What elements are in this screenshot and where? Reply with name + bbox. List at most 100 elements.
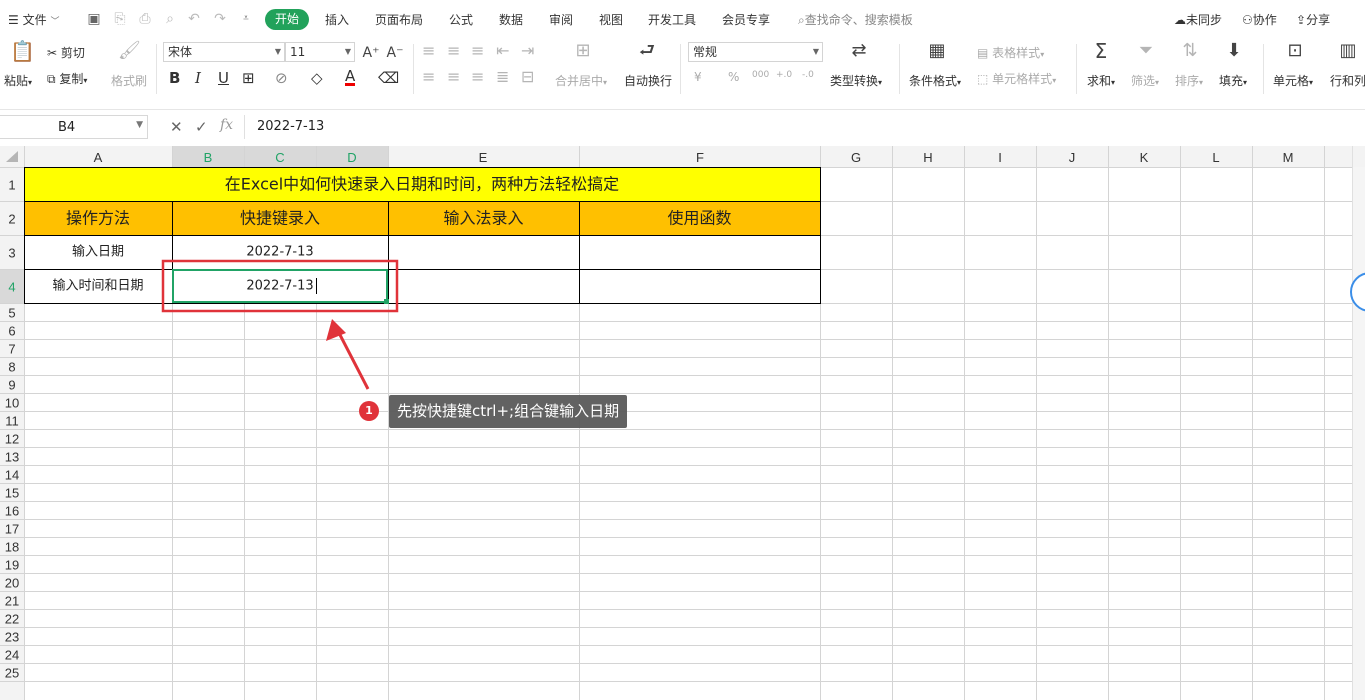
file-menu[interactable]: ☰ 文件 ﹀ [8, 11, 59, 28]
paste-button[interactable]: 粘贴▾ [4, 72, 32, 89]
tab-home[interactable]: 开始 [265, 9, 309, 30]
preview-icon[interactable]: ⌕ [162, 11, 178, 27]
copy-icon: ⧉ [47, 72, 56, 86]
align-bottom-icon[interactable]: ≡ [471, 42, 484, 60]
distribute-icon[interactable]: ⊟ [521, 68, 534, 86]
eraser-icon[interactable]: ⌫ [378, 68, 399, 88]
currency-button[interactable]: ¥ [694, 70, 702, 84]
row-header-4: 4 [8, 280, 15, 295]
name-box[interactable]: B4 ▼ [0, 115, 148, 139]
cut-button[interactable]: ✂ 剪切 [47, 44, 85, 61]
tab-page-layout[interactable]: 页面布局 [375, 11, 423, 28]
ribbon-divider [156, 44, 157, 94]
italic-icon[interactable]: I [195, 68, 201, 88]
filter-icon[interactable]: ⏷ [1135, 42, 1157, 60]
export-icon[interactable]: ⎘ [112, 11, 128, 27]
merge-icon[interactable]: ⊞ [572, 42, 594, 60]
format-painter-icon[interactable]: 🖌 [118, 42, 141, 60]
border-icon[interactable]: ⊞ [242, 68, 255, 88]
conditional-format-button[interactable]: 条件格式▾ [909, 72, 961, 89]
type-convert-button[interactable]: 类型转换▾ [830, 72, 882, 89]
row-col-button[interactable]: 行和列 [1330, 72, 1365, 89]
table-style-button[interactable]: ▤ 表格样式▾ [977, 44, 1044, 61]
print-icon[interactable]: ⎙ [137, 11, 153, 27]
underline-icon[interactable]: U [218, 68, 229, 88]
indent-decrease-icon[interactable]: ⇤ [496, 42, 509, 60]
sum-button[interactable]: 求和▾ [1087, 72, 1115, 89]
tab-developer[interactable]: 开发工具 [648, 11, 696, 28]
copy-button[interactable]: ⧉ 复制▾ [47, 70, 87, 87]
chevron-down-icon: ﹀ [50, 17, 60, 27]
brush-icon: ⬚ [977, 72, 989, 86]
command-search[interactable]: ⌕查找命令、搜索模板 [798, 11, 913, 28]
header-cell: 使用函数 [667, 209, 731, 228]
tab-view[interactable]: 视图 [599, 11, 623, 28]
save-icon[interactable]: ▣ [86, 11, 102, 27]
tab-data[interactable]: 数据 [499, 11, 523, 28]
share-button[interactable]: ⇪分享 [1296, 11, 1330, 28]
row-header-25: 25 [5, 666, 19, 681]
strikethrough-icon[interactable]: ⊘ [275, 68, 288, 88]
number-format-select[interactable]: 常规 ▼ [688, 42, 823, 62]
callout-badge: 1 [359, 401, 379, 421]
convert-icon[interactable]: ⇄ [848, 42, 870, 60]
paste-icon[interactable]: 📋 [10, 41, 35, 61]
align-top-icon[interactable]: ≡ [422, 42, 435, 60]
tab-insert[interactable]: 插入 [325, 11, 349, 28]
sort-button[interactable]: 排序▾ [1175, 72, 1203, 89]
row-col-icon[interactable]: ▥ [1337, 42, 1359, 60]
redo-icon[interactable]: ↷ [212, 11, 228, 27]
percent-button[interactable]: % [728, 70, 739, 84]
align-right-icon[interactable]: ≡ [471, 68, 484, 86]
wrap-text-icon[interactable]: ⮐ [636, 42, 658, 60]
share-icon: ⇪ [1296, 13, 1307, 27]
filter-button[interactable]: 筛选▾ [1131, 72, 1159, 89]
row-header-8: 8 [8, 360, 15, 375]
align-center-icon[interactable]: ≡ [447, 68, 460, 86]
format-painter-button[interactable]: 格式刷 [111, 72, 147, 89]
customize-icon[interactable]: ⩡ [238, 11, 254, 27]
increase-font-icon[interactable]: A⁺ [362, 44, 380, 62]
column-header-k: K [1140, 150, 1149, 165]
sort-icon[interactable]: ⇅ [1179, 42, 1201, 60]
sum-icon[interactable]: Σ [1090, 41, 1112, 61]
cancel-icon[interactable]: ✕ [170, 118, 183, 136]
bold-icon[interactable]: B [169, 68, 180, 88]
decrease-font-icon[interactable]: A⁻ [386, 44, 404, 62]
justify-icon[interactable]: ≣ [496, 68, 509, 86]
tab-formula[interactable]: 公式 [449, 11, 473, 28]
fill-icon[interactable]: ⬇ [1223, 42, 1245, 60]
font-size-select[interactable]: 11 ▼ [285, 42, 355, 62]
fill-color-icon[interactable]: ◇ [311, 68, 323, 88]
insert-function-icon[interactable]: fx [220, 117, 233, 133]
row-header-22: 22 [5, 612, 19, 627]
font-name-select[interactable]: 宋体 ▼ [163, 42, 285, 62]
sheet-canvas[interactable]: A B C D E F G H I J K L M123456789101112131415161718… [0, 146, 1365, 700]
formula-input[interactable]: 2022-7-13 [244, 115, 1365, 139]
tab-review[interactable]: 审阅 [549, 11, 573, 28]
confirm-icon[interactable]: ✓ [195, 118, 208, 136]
cell-icon[interactable]: ⊡ [1284, 42, 1306, 60]
tab-member[interactable]: 会员专享 [722, 11, 770, 28]
chevron-down-icon: ▼ [274, 47, 281, 56]
undo-icon[interactable]: ↶ [186, 11, 202, 27]
fill-button[interactable]: 填充▾ [1219, 72, 1247, 89]
align-left-icon[interactable]: ≡ [422, 68, 435, 86]
spreadsheet-grid[interactable]: A B C D E F G H I J K L M 1 2 3 4 5 6 7 8 9 10 11 12 13 14 15 16 17 18… [0, 146, 1365, 700]
fill-handle[interactable] [384, 299, 389, 304]
font-color-icon[interactable]: A [345, 68, 356, 86]
increase-decimal-button[interactable]: +.0 [776, 70, 792, 80]
collab-button[interactable]: ⚇协作 [1242, 11, 1277, 28]
vertical-scrollbar[interactable] [1352, 167, 1365, 700]
indent-increase-icon[interactable]: ⇥ [521, 42, 534, 60]
conditional-format-icon[interactable]: ▦ [926, 42, 948, 60]
cell-style-button[interactable]: ⬚ 单元格样式▾ [977, 70, 1056, 87]
align-middle-icon[interactable]: ≡ [447, 42, 460, 60]
cell-button[interactable]: 单元格▾ [1273, 72, 1313, 89]
merge-center-button[interactable]: 合并居中▾ [555, 72, 607, 89]
decrease-decimal-button[interactable]: -.0 [802, 70, 814, 80]
row-header-7: 7 [8, 342, 15, 357]
thousands-button[interactable]: 000 [752, 70, 769, 80]
wrap-text-button[interactable]: 自动换行 [624, 72, 672, 89]
sync-status[interactable]: ☁未同步 [1174, 11, 1222, 28]
